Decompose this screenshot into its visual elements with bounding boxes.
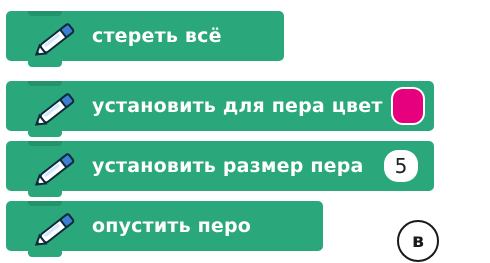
block-clear[interactable]: стереть всё <box>6 11 284 67</box>
block-label: стереть всё <box>92 25 222 47</box>
block-set-pen-size[interactable]: установить размер пера 5 <box>6 141 434 197</box>
pen-color-swatch[interactable] <box>391 87 425 125</box>
block-label: установить размер пера <box>92 155 364 177</box>
pen-icon <box>34 213 75 246</box>
pen-icon <box>34 93 75 126</box>
pen-icon <box>34 153 75 186</box>
figure-label: в <box>397 220 439 262</box>
block-label: установить для пера цвет <box>92 95 383 117</box>
pen-size-field[interactable]: 5 <box>384 150 418 182</box>
pen-icon <box>34 23 75 56</box>
block-set-pen-color[interactable]: установить для пера цвет <box>6 81 434 137</box>
block-label: опустить перо <box>92 215 252 237</box>
block-pen-down[interactable]: опустить перо <box>6 201 323 257</box>
